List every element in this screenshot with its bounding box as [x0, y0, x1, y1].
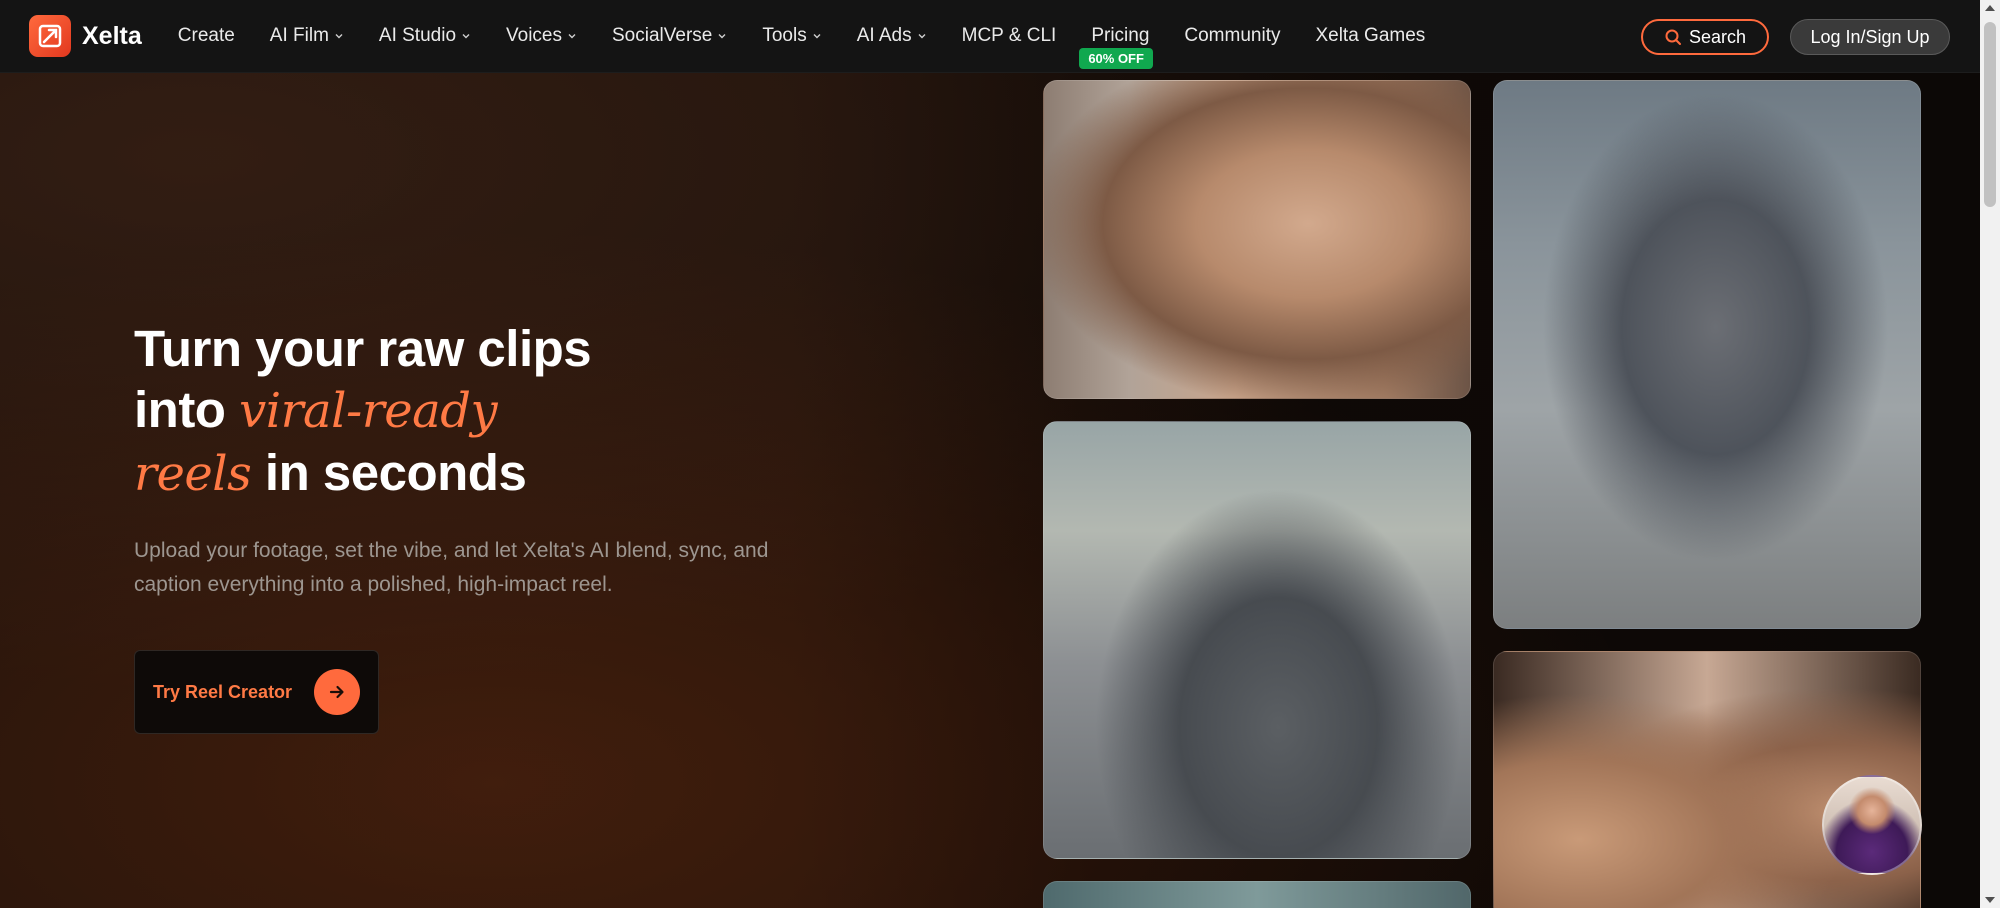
hero-title-accent-viral: viral-ready [239, 383, 498, 439]
chevron-down-icon [334, 31, 344, 41]
nav-item-label: AI Film [269, 25, 329, 46]
nav-item-label: SocialVerse [612, 25, 713, 46]
cta-label: Try Reel Creator [153, 681, 293, 702]
brand[interactable]: Xelta [29, 15, 142, 57]
nav-item-community[interactable]: Community [1184, 0, 1280, 73]
brand-name: Xelta [82, 21, 142, 50]
nav-item-label: Pricing [1091, 25, 1150, 46]
xelta-logo-icon [29, 15, 71, 57]
gallery-image-partial [1043, 881, 1471, 908]
hero-title-accent-reels: reels [134, 446, 252, 502]
scroll-down-arrow-icon[interactable] [1985, 897, 1995, 903]
nav-item-label: AI Studio [378, 25, 457, 46]
nav-item-label: AI Ads [856, 25, 912, 46]
nav-item-mcp-cli[interactable]: MCP & CLI [962, 0, 1057, 73]
assistant-avatar-button[interactable] [1822, 775, 1922, 875]
hero-title-line2-prefix: into [134, 381, 240, 438]
chevron-down-icon [717, 31, 727, 41]
chevron-down-icon [461, 31, 471, 41]
chevron-down-icon [917, 31, 927, 41]
hero-title-line1: Turn your raw clips [134, 320, 592, 377]
nav-item-voices[interactable]: Voices [506, 0, 577, 73]
hero-title-line3-suffix: in seconds [251, 444, 527, 501]
gallery-image-man-street-hoodie [1043, 421, 1471, 859]
nav-item-pricing[interactable]: Pricing 60% OFF [1079, 0, 1153, 73]
nav-item-label: Tools [762, 25, 807, 46]
gallery-image-man-running-subway [1493, 80, 1921, 629]
search-icon [1665, 29, 1681, 45]
chevron-down-icon [812, 31, 822, 41]
nav-item-ai-ads[interactable]: AI Ads [857, 0, 927, 73]
page-scrollbar[interactable] [1980, 0, 2000, 908]
top-navbar: Xelta Create AI Film AI Studio Voices So… [0, 0, 1980, 73]
nav-item-socialverse[interactable]: SocialVerse [612, 0, 727, 73]
nav-item-label: Voices [506, 25, 562, 46]
gallery-image-man-closeup [1043, 80, 1471, 399]
arrow-right-icon [314, 669, 360, 715]
scroll-up-arrow-icon[interactable] [1985, 5, 1995, 11]
hero-title: Turn your raw clips into viral-ready ree… [134, 318, 834, 505]
search-button[interactable]: Search [1641, 19, 1769, 55]
login-signup-button[interactable]: Log In/Sign Up [1790, 19, 1950, 55]
nav-item-xelta-games[interactable]: Xelta Games [1315, 0, 1425, 73]
nav-item-ai-film[interactable]: AI Film [270, 0, 344, 73]
chevron-down-icon [567, 31, 577, 41]
search-button-label: Search [1688, 26, 1747, 47]
nav-item-tools[interactable]: Tools [762, 0, 821, 73]
hero-subtitle: Upload your footage, set the vibe, and l… [134, 539, 769, 596]
scroll-thumb[interactable] [1984, 22, 1996, 207]
nav-item-label: Xelta Games [1315, 25, 1426, 46]
discount-badge: 60% OFF [1079, 47, 1153, 69]
nav-menu: Create AI Film AI Studio Voices SocialVe… [178, 0, 1461, 73]
nav-item-label: Community [1184, 25, 1281, 46]
nav-item-label: Create [177, 25, 235, 46]
nav-item-create[interactable]: Create [178, 0, 235, 73]
nav-item-ai-studio[interactable]: AI Studio [379, 0, 471, 73]
try-reel-creator-button[interactable]: Try Reel Creator [134, 650, 379, 734]
nav-item-label: MCP & CLI [961, 25, 1057, 46]
